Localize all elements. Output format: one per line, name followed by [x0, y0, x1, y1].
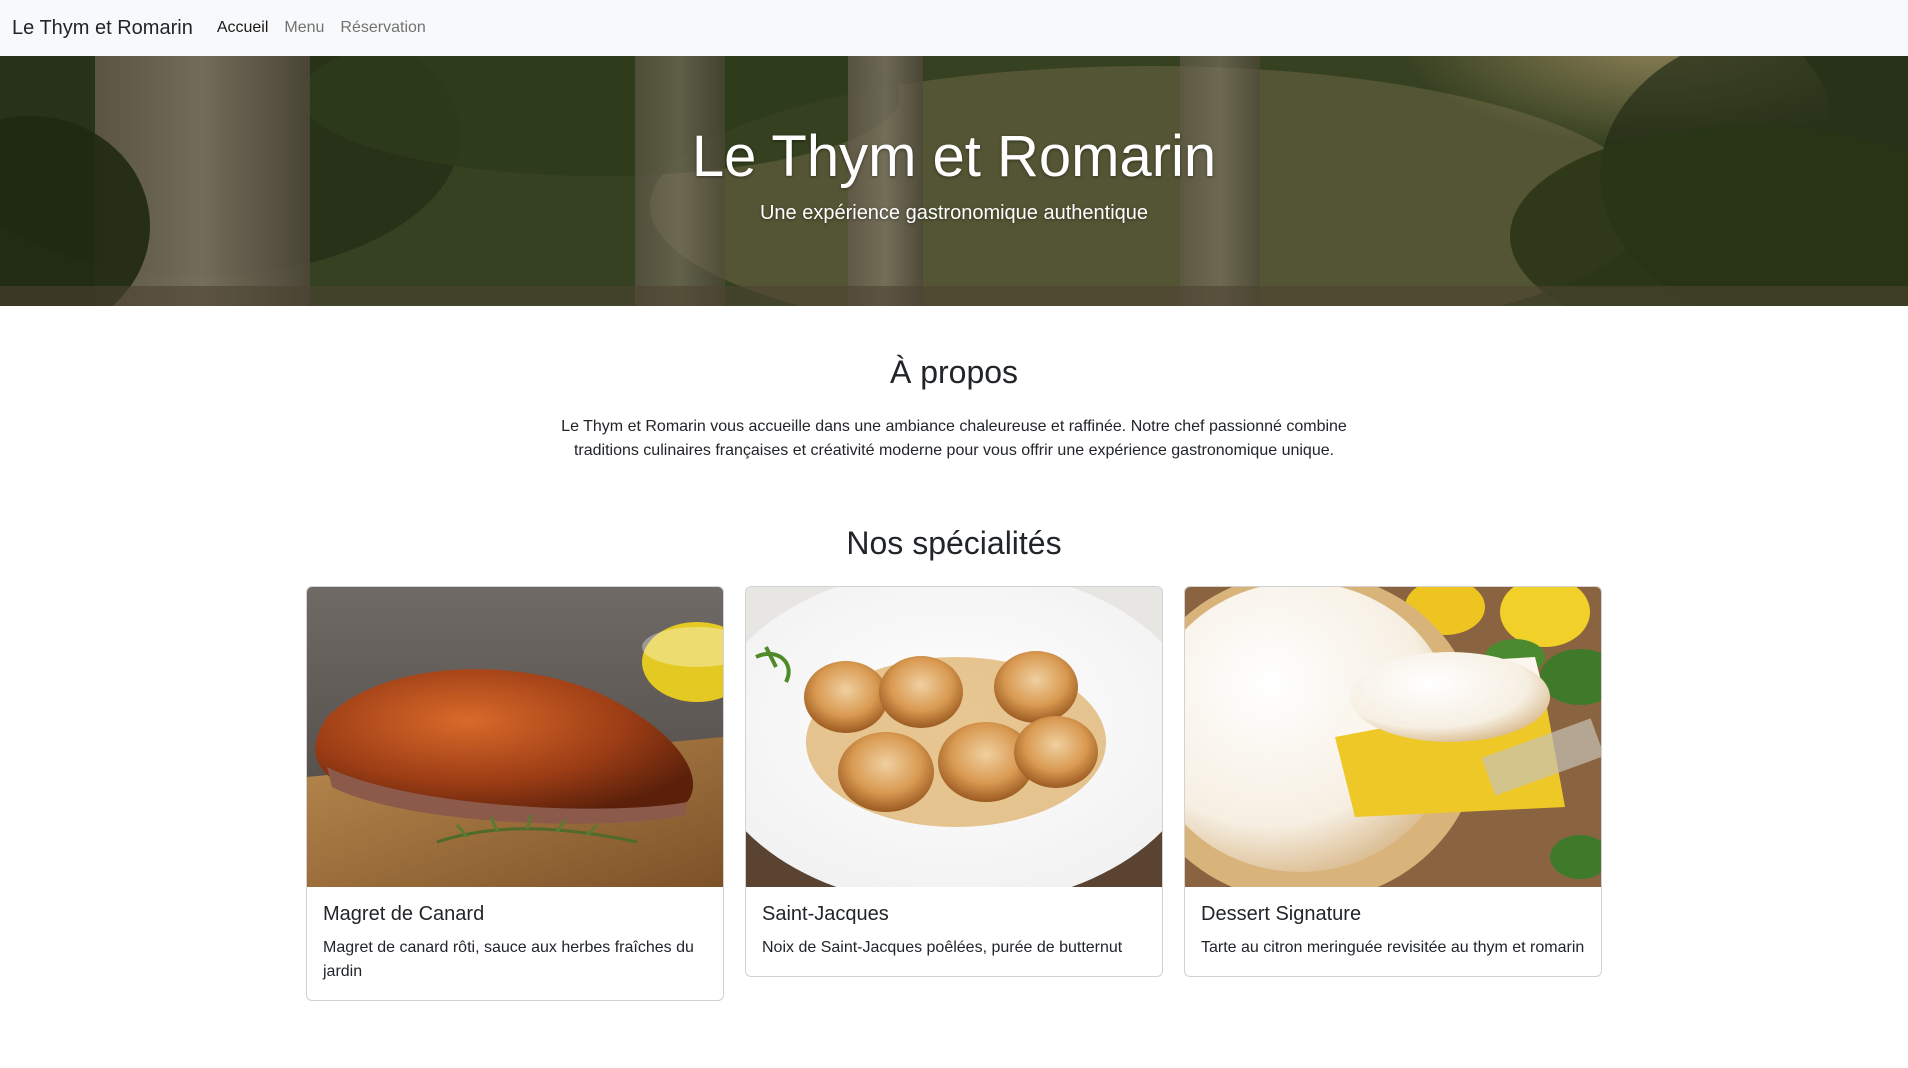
specialties-cards: Magret de Canard Magret de canard rôti, …	[306, 586, 1602, 1001]
navbar: Le Thym et Romarin Accueil Menu Réservat…	[0, 0, 1908, 56]
specialty-card: Saint-Jacques Noix de Saint-Jacques poêl…	[745, 586, 1163, 977]
card-text: Tarte au citron meringuée revisitée au t…	[1201, 939, 1585, 956]
about-text: Le Thym et Romarin vous accueille dans u…	[561, 418, 1347, 459]
nav-link-reservation[interactable]: Réservation	[340, 19, 425, 37]
specialty-card: Magret de Canard Magret de canard rôti, …	[306, 586, 724, 1001]
nav-link-menu[interactable]: Menu	[284, 19, 324, 37]
hero-banner: Le Thym et Romarin Une expérience gastro…	[0, 56, 1908, 306]
specialties-section: Nos spécialités Magret de Canard Magret …	[0, 525, 1908, 1001]
hero-content: Le Thym et Romarin Une expérience gastro…	[0, 56, 1908, 306]
hero-subtitle: Une expérience gastronomique authentique	[759, 202, 1149, 225]
about-section: À propos Le Thym et Romarin vous accueil…	[0, 306, 1908, 463]
about-title: À propos	[889, 354, 1019, 390]
card-body: Dessert Signature Tarte au citron mering…	[1185, 887, 1601, 976]
specialties-title: Nos spécialités	[846, 525, 1062, 561]
card-title: Dessert Signature	[1201, 903, 1362, 925]
navbar-brand[interactable]: Le Thym et Romarin	[12, 17, 193, 40]
hero-title: Le Thym et Romarin	[691, 123, 1217, 189]
scallops-image	[746, 587, 1162, 887]
card-title: Magret de Canard	[323, 903, 485, 925]
card-text: Noix de Saint-Jacques poêlées, purée de …	[762, 939, 1123, 956]
nav-link-accueil[interactable]: Accueil	[217, 19, 269, 37]
specialty-card: Dessert Signature Tarte au citron mering…	[1184, 586, 1602, 977]
lemon-meringue-tart-image	[1185, 587, 1601, 887]
card-title: Saint-Jacques	[762, 903, 889, 925]
card-body: Magret de Canard Magret de canard rôti, …	[307, 887, 723, 1000]
card-text: Magret de canard rôti, sauce aux herbes …	[323, 939, 694, 980]
card-body: Saint-Jacques Noix de Saint-Jacques poêl…	[746, 887, 1162, 976]
duck-breast-image	[307, 587, 723, 887]
